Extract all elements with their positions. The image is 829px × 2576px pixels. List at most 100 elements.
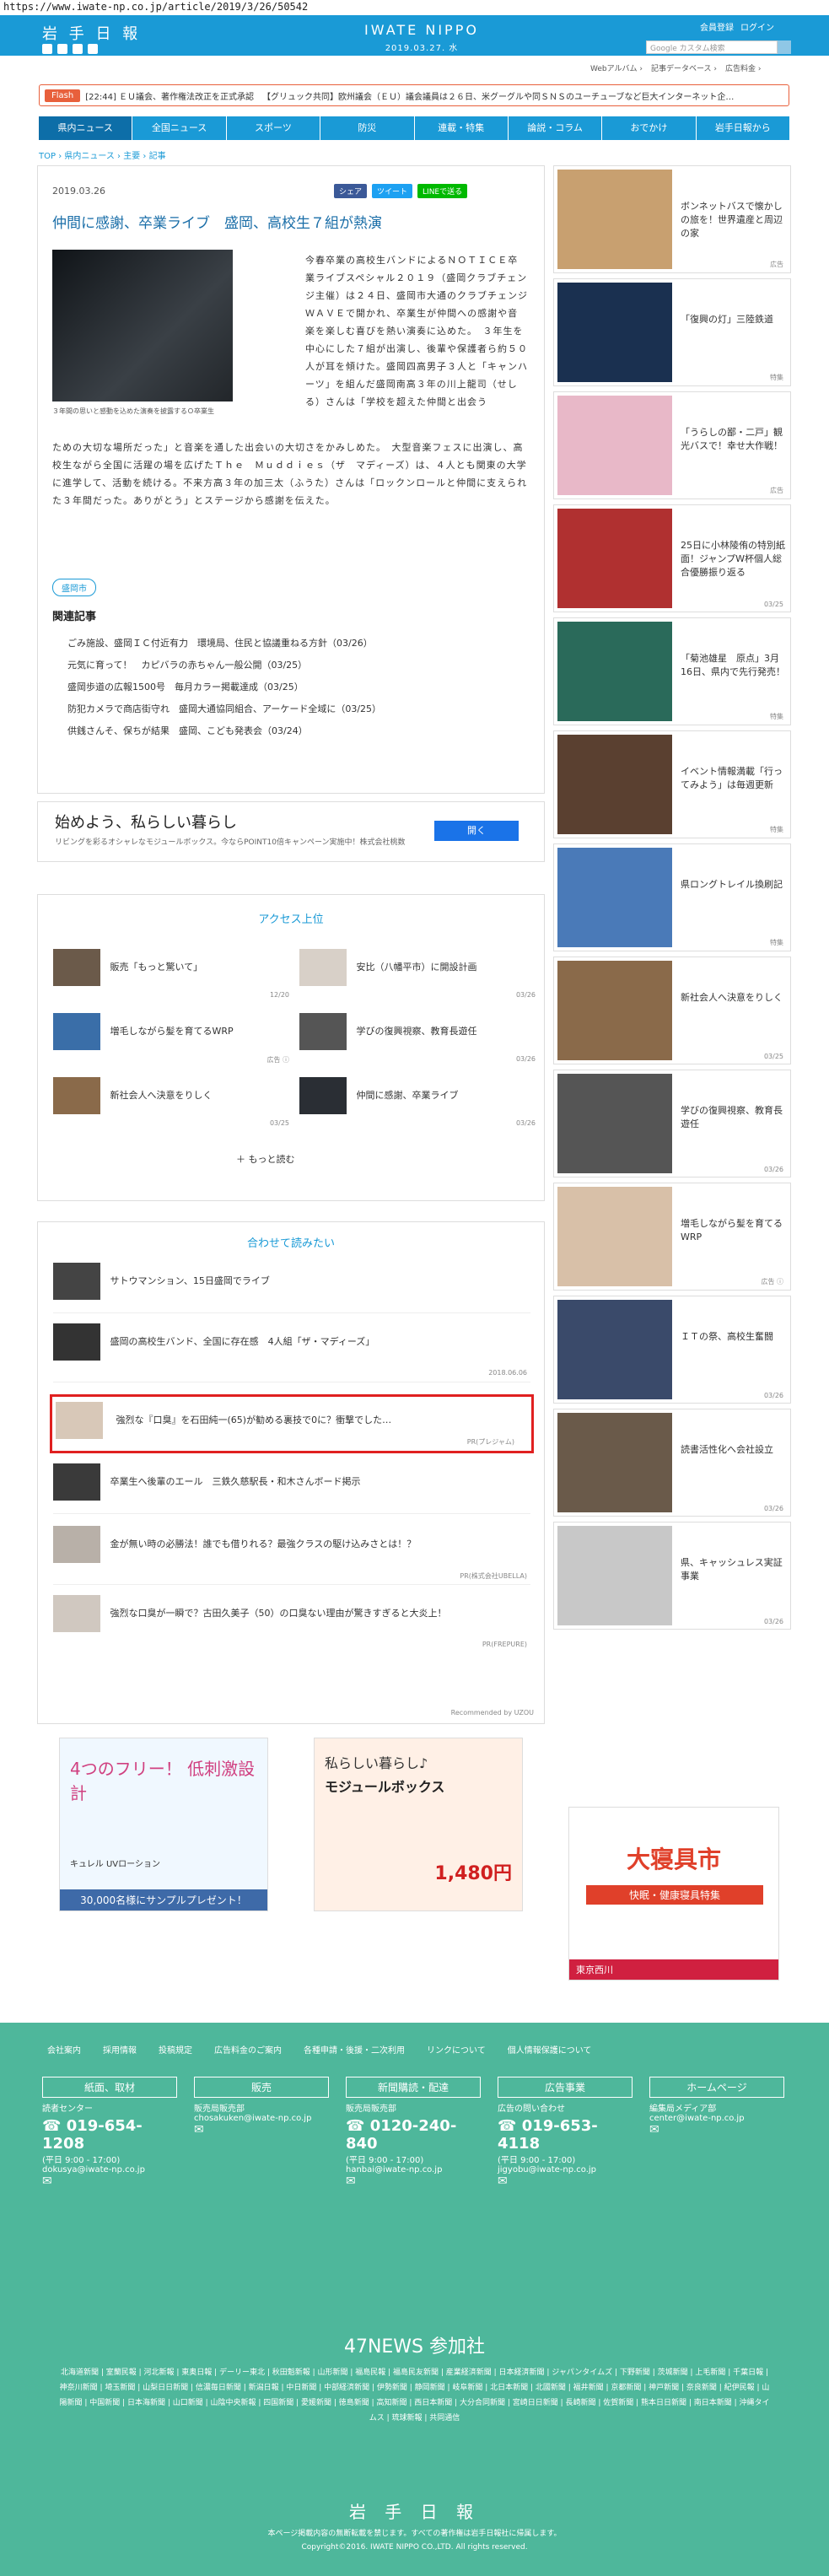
- login-link[interactable]: ログイン: [740, 20, 774, 33]
- ad-open-button[interactable]: 開く: [434, 821, 519, 841]
- instagram-icon[interactable]: [88, 44, 98, 54]
- sidebar-item[interactable]: 新社会人へ決意をりしく 03/25: [553, 957, 791, 1064]
- search-icon[interactable]: [778, 40, 791, 54]
- sidebar-thumb: [557, 735, 672, 834]
- sidebar-item[interactable]: 増毛しながら髪を育てるWRP 広告 ⓘ: [553, 1183, 791, 1291]
- ranking-item[interactable]: 販売「もっと驚いて」 12/20: [53, 949, 289, 999]
- contact-heading[interactable]: 紙面、取材: [42, 2077, 177, 2098]
- line-icon[interactable]: [73, 44, 83, 54]
- footer-link[interactable]: 会社案内: [47, 2043, 81, 2056]
- mail-icon[interactable]: ✉: [194, 2123, 329, 2137]
- footer-link[interactable]: 採用情報: [103, 2043, 137, 2056]
- recommend-item[interactable]: サトウマンション、15日盛岡でライブ: [53, 1263, 530, 1313]
- sidebar-item[interactable]: イベント情報満載「行ってみよう」は毎週更新 特集: [553, 730, 791, 838]
- adrate-link[interactable]: 広告料金 ›: [725, 62, 761, 73]
- sidebar-item[interactable]: 読書活性化へ会社設立 03/26: [553, 1409, 791, 1517]
- related-item[interactable]: 元気に育って！ カピバラの赤ちゃん一般公開（03/25）: [67, 655, 381, 676]
- ad-banner-3[interactable]: 大寝具市 快眠・健康寝具特集 東京西川: [568, 1807, 779, 1981]
- recommend-item[interactable]: 卒業生へ後輩のエール 三鉄久慈駅長・和木さんボード掲示: [53, 1463, 530, 1514]
- sidebar-item[interactable]: 学びの復興視察、教育長遊任 03/26: [553, 1070, 791, 1178]
- contact-heading[interactable]: 新聞購読・配達: [346, 2077, 481, 2098]
- footer-link[interactable]: 投稿規定: [159, 2043, 192, 2056]
- ranking-item[interactable]: 増毛しながら髪を育てるWRP 広告 ⓘ: [53, 1013, 289, 1064]
- nav-item[interactable]: スポーツ: [227, 116, 321, 140]
- search-input[interactable]: Google カスタム検索: [646, 40, 778, 54]
- nav-item[interactable]: おでかけ: [602, 116, 697, 140]
- mail-icon[interactable]: ✉: [649, 2123, 784, 2137]
- related-item[interactable]: 盛岡歩道の広報1500号 毎月カラー掲載達成（03/25）: [67, 676, 381, 698]
- database-link[interactable]: 記事データベース ›: [651, 62, 717, 73]
- recommend-item[interactable]: 強烈な口臭が一瞬で？古田久美子（50）の口臭ない理由が驚きすぎると大炎上！ PR…: [53, 1595, 530, 1654]
- url-bar[interactable]: https://www.iwate-np.co.jp/article/2019/…: [0, 0, 829, 13]
- sidebar-date: 特集: [770, 374, 783, 381]
- facebook-icon[interactable]: [57, 44, 67, 54]
- footer-link[interactable]: 広告料金のご案内: [214, 2043, 282, 2056]
- nav-item[interactable]: 全国ニュース: [132, 116, 227, 140]
- recommend-item[interactable]: 盛岡の高校生バンド、全国に存在感 4人組「ザ・マディーズ」 2018.06.06: [53, 1323, 530, 1382]
- related-item[interactable]: ごみ施設、盛岡ＩＣ付近有力 環境局、住民と協議重ねる方針（03/26）: [67, 633, 381, 655]
- contact-heading[interactable]: 販売: [194, 2077, 329, 2098]
- sidebar-item[interactable]: 25日に小林陵侑の特別紙面！ジャンプW杯個人総合優勝振り返る 03/25: [553, 504, 791, 612]
- nav-item[interactable]: 県内ニュース: [39, 116, 133, 140]
- nav-item[interactable]: 連載・特集: [415, 116, 509, 140]
- facebook-share-button[interactable]: シェア: [334, 184, 368, 198]
- nav-item[interactable]: 岩手日報から: [697, 116, 789, 140]
- brand-name[interactable]: IWATE NIPPO: [363, 22, 481, 38]
- related-item[interactable]: 供銭さんそ、保ちが結果 盛岡、こども発表会（03/24）: [67, 720, 381, 742]
- google-ad[interactable]: 始めよう、私らしい暮らし リビングを彩るオシャレなモジュールボックス。今ならPO…: [37, 801, 545, 862]
- register-link[interactable]: 会員登録: [700, 20, 734, 33]
- ranking-item[interactable]: 仲間に感謝、卒業ライブ 03/26: [299, 1077, 536, 1127]
- contact-heading[interactable]: 広告事業: [498, 2077, 633, 2098]
- sidebar-item[interactable]: 「菊池雄星 原点」3月16日、県内で先行発売！ 特集: [553, 617, 791, 725]
- powered-by[interactable]: Recommended by UZOU: [451, 1709, 534, 1716]
- footer-link[interactable]: 各種申請・後援・二次利用: [304, 2043, 405, 2056]
- ad-sub: リビングを彩るオシャレなモジュールボックス。今ならPOINT10倍キャンペーン実…: [55, 838, 406, 847]
- line-share-button[interactable]: LINEで送る: [417, 184, 468, 198]
- footer-logo[interactable]: 岩 手 日 報: [0, 2498, 829, 2523]
- related-item[interactable]: 防犯カメラで商店街守れ 盛岡大通協同組合、アーケード全域に（03/25）: [67, 698, 381, 720]
- nav-item[interactable]: 防災: [320, 116, 415, 140]
- sub-links: Webアルバム › 記事データベース › 広告料金 ›: [590, 62, 761, 73]
- sidebar-item[interactable]: ＩＴの祭、高校生奮闘 03/26: [553, 1296, 791, 1404]
- ad-banner-1[interactable]: 4つのフリー！ 低刺激設計 キュレル UVローション 30,000名様にサンプル…: [59, 1738, 268, 1911]
- recommend-item[interactable]: 金が無い時の必勝法！誰でも借りれる？最強クラスの駆け込みさとは！？ PR(株式会…: [53, 1526, 530, 1585]
- sidebar-item[interactable]: 県ロングトレイル換刷記 特集: [553, 843, 791, 951]
- flash-news-bar[interactable]: Flash [22:44] ＥＵ議会、著作権法改正を正式承認 【グリュック共同】…: [39, 84, 789, 106]
- contact-mail[interactable]: jigyobu@iwate-np.co.jp: [498, 2165, 633, 2175]
- webalbum-link[interactable]: Webアルバム ›: [590, 62, 643, 73]
- ranking-item[interactable]: 学びの復興視察、教育長遊任 03/26: [299, 1013, 536, 1063]
- contact-hours: (平日 9:00 - 17:00): [498, 2156, 576, 2165]
- footer-link[interactable]: 個人情報保護について: [508, 2043, 592, 2056]
- sidebar-item[interactable]: 県、キャッシュレス実証事業 03/26: [553, 1522, 791, 1630]
- twitter-icon[interactable]: [42, 44, 52, 54]
- recommend-item-highlighted[interactable]: 強烈な『口臭』を石田純一(65)が勧める裏技で0に？衝撃でした… PR(プレジャ…: [50, 1394, 534, 1453]
- breadcrumb[interactable]: TOP › 県内ニュース › 主要 › 記事: [39, 148, 166, 161]
- mail-icon[interactable]: ✉: [346, 2175, 481, 2188]
- sidebar-thumb: [557, 1526, 672, 1625]
- member-papers[interactable]: 北海道新聞 | 室蘭民報 | 河北新報 | 東奥日報 | デーリー東北 | 秋田…: [59, 2365, 770, 2426]
- contact-mail[interactable]: chosakuken@iwate-np.co.jp: [194, 2114, 329, 2123]
- footer-link[interactable]: リンクについて: [427, 2043, 486, 2056]
- mail-icon[interactable]: ✉: [42, 2175, 177, 2188]
- more-button[interactable]: ＋ もっと読む: [236, 1152, 295, 1166]
- contact-heading[interactable]: ホームページ: [649, 2077, 784, 2098]
- flash-item[interactable]: [22:44] ＥＵ議会、著作権法改正を正式承認: [85, 89, 254, 102]
- sidebar-date: 03/25: [763, 1053, 783, 1060]
- ad-banner-2[interactable]: 私らしい暮らし♪ モジュールボックス 1,480円: [314, 1738, 523, 1911]
- article-tag[interactable]: 盛岡市: [52, 579, 96, 596]
- ranking-item[interactable]: 新社会人へ決意をりしく 03/25: [53, 1077, 289, 1127]
- sidebar-item[interactable]: 「うらしの鄙・二戸」観光バスで！幸せ大作戦！ 広告: [553, 391, 791, 499]
- sidebar-item[interactable]: 「復興の灯」三陸鉄道 特集: [553, 278, 791, 386]
- contact-mail[interactable]: hanbai@iwate-np.co.jp: [346, 2165, 481, 2175]
- article-photo[interactable]: [52, 250, 233, 401]
- sidebar-text: 25日に小林陵侑の特別紙面！ジャンプW杯個人総合優勝振り返る: [681, 540, 785, 578]
- contact-mail[interactable]: center@iwate-np.co.jp: [649, 2114, 784, 2123]
- tweet-button[interactable]: ツイート: [372, 184, 413, 198]
- ranking-item[interactable]: 安比（八幡平市）に開設計画 03/26: [299, 949, 536, 999]
- mail-icon[interactable]: ✉: [498, 2175, 633, 2188]
- site-logo[interactable]: 岩 手 日 報: [42, 22, 141, 44]
- nav-item[interactable]: 論説・コラム: [509, 116, 603, 140]
- sidebar-item[interactable]: ボンネットバスで懐かしの旅を！世界遺産と周辺の家 広告: [553, 165, 791, 273]
- contact-mail[interactable]: dokusya@iwate-np.co.jp: [42, 2165, 177, 2175]
- flash-item[interactable]: 【グリュック共同】欧州議会（ＥＵ）議会議員は２６日、米グーグルや同ＳＮＳのユーチ…: [262, 89, 735, 102]
